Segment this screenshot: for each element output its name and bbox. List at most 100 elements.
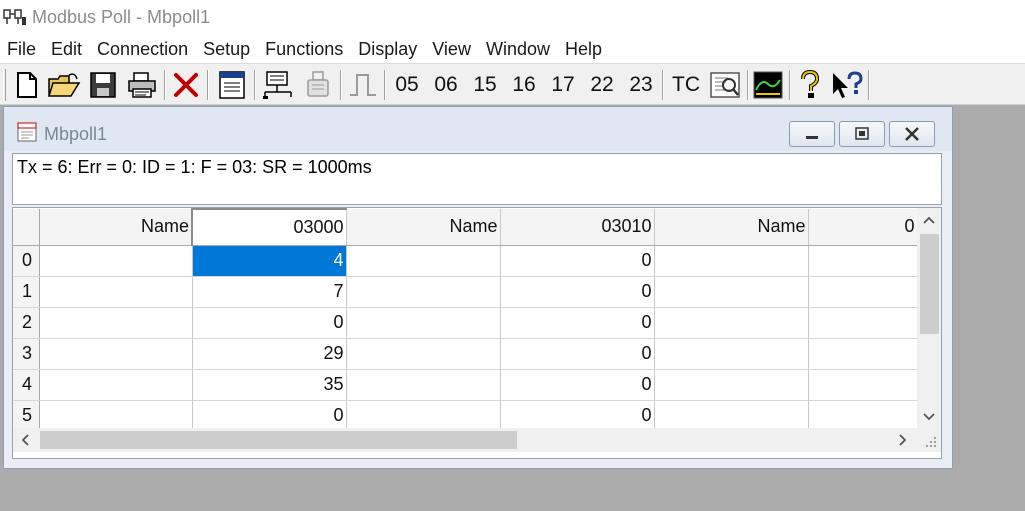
window-button[interactable] bbox=[214, 68, 250, 102]
help-button[interactable] bbox=[795, 68, 825, 102]
menu-display[interactable]: Display bbox=[358, 39, 417, 60]
menu-view[interactable]: View bbox=[432, 39, 471, 60]
column-header-address[interactable]: 03000 bbox=[191, 208, 347, 246]
fc06-button[interactable]: 06 bbox=[430, 68, 462, 102]
fc05-button[interactable]: 05 bbox=[391, 68, 423, 102]
toolbar-separator bbox=[164, 70, 166, 100]
value-cell[interactable]: 35 bbox=[192, 369, 347, 401]
grid-corner[interactable] bbox=[13, 209, 40, 246]
chart-button[interactable] bbox=[751, 68, 785, 102]
row-header[interactable]: 2 bbox=[13, 307, 40, 339]
name-cell[interactable] bbox=[654, 307, 809, 339]
name-cell[interactable] bbox=[346, 276, 501, 308]
fc23-button[interactable]: 23 bbox=[625, 68, 657, 102]
menu-window[interactable]: Window bbox=[486, 39, 550, 60]
maximize-button[interactable] bbox=[839, 121, 885, 147]
horizontal-scrollbar[interactable] bbox=[13, 428, 917, 452]
column-header-address[interactable]: 03010 bbox=[500, 209, 655, 246]
single-poll-button[interactable] bbox=[346, 68, 380, 102]
name-cell[interactable] bbox=[346, 400, 501, 432]
menu-setup[interactable]: Setup bbox=[203, 39, 250, 60]
disconnect-button[interactable] bbox=[300, 68, 336, 102]
scroll-left-icon[interactable] bbox=[20, 433, 30, 451]
close-button[interactable] bbox=[889, 121, 935, 147]
name-cell[interactable] bbox=[39, 245, 193, 277]
name-cell[interactable] bbox=[654, 338, 809, 370]
vertical-scrollbar[interactable] bbox=[917, 208, 941, 428]
connect-button[interactable] bbox=[259, 68, 297, 102]
save-disk-icon bbox=[90, 72, 116, 98]
toolbar-grip[interactable] bbox=[3, 69, 6, 101]
print-button[interactable] bbox=[124, 68, 160, 102]
value-cell[interactable]: 0 bbox=[500, 245, 655, 277]
status-line: Tx = 6: Err = 0: ID = 1: F = 03: SR = 10… bbox=[12, 153, 942, 205]
column-header-name[interactable]: Name bbox=[39, 209, 193, 246]
name-cell[interactable] bbox=[654, 276, 809, 308]
name-cell[interactable] bbox=[346, 307, 501, 339]
open-button[interactable] bbox=[46, 68, 82, 102]
name-cell[interactable] bbox=[39, 276, 193, 308]
value-cell[interactable]: 4 bbox=[192, 245, 347, 277]
context-help-button[interactable] bbox=[828, 68, 866, 102]
value-cell[interactable] bbox=[808, 338, 918, 370]
document-icon bbox=[17, 122, 37, 142]
fc16-button[interactable]: 16 bbox=[508, 68, 540, 102]
row-header[interactable]: 1 bbox=[13, 276, 40, 308]
register-grid[interactable]: Name 03000 Name 03010 Name 0 0 4 0 1 7 0… bbox=[12, 207, 942, 459]
fc22-button[interactable]: 22 bbox=[586, 68, 618, 102]
menu-functions[interactable]: Functions bbox=[265, 39, 343, 60]
value-cell[interactable] bbox=[808, 369, 918, 401]
column-header-name[interactable]: Name bbox=[654, 209, 809, 246]
value-cell[interactable]: 0 bbox=[192, 400, 347, 432]
delete-button[interactable] bbox=[170, 68, 202, 102]
column-header-address[interactable]: 0 bbox=[808, 209, 918, 246]
pulse-icon bbox=[350, 74, 376, 96]
value-cell[interactable]: 29 bbox=[192, 338, 347, 370]
traffic-monitor-icon bbox=[710, 72, 740, 98]
communication-traffic-button[interactable] bbox=[706, 68, 744, 102]
value-cell[interactable]: 0 bbox=[500, 400, 655, 432]
value-cell[interactable]: 7 bbox=[192, 276, 347, 308]
value-cell[interactable]: 0 bbox=[500, 307, 655, 339]
horizontal-scroll-thumb[interactable] bbox=[40, 431, 517, 449]
name-cell[interactable] bbox=[654, 400, 809, 432]
value-cell[interactable]: 0 bbox=[192, 307, 347, 339]
value-cell[interactable] bbox=[808, 400, 918, 432]
column-header-name[interactable]: Name bbox=[346, 209, 501, 246]
menu-file[interactable]: File bbox=[7, 39, 36, 60]
new-document-button[interactable] bbox=[12, 68, 42, 102]
name-cell[interactable] bbox=[654, 245, 809, 277]
name-cell[interactable] bbox=[39, 338, 193, 370]
scroll-down-icon[interactable] bbox=[922, 410, 936, 426]
value-cell[interactable] bbox=[808, 307, 918, 339]
name-cell[interactable] bbox=[39, 307, 193, 339]
minimize-button[interactable] bbox=[789, 121, 835, 147]
value-cell[interactable]: 0 bbox=[500, 276, 655, 308]
tc-button[interactable]: TC bbox=[668, 68, 704, 102]
fc17-button[interactable]: 17 bbox=[547, 68, 579, 102]
value-cell[interactable]: 0 bbox=[500, 338, 655, 370]
value-cell[interactable]: 0 bbox=[500, 369, 655, 401]
scroll-up-icon[interactable] bbox=[922, 213, 936, 229]
value-cell[interactable] bbox=[808, 276, 918, 308]
name-cell[interactable] bbox=[39, 369, 193, 401]
value-cell[interactable] bbox=[808, 245, 918, 277]
name-cell[interactable] bbox=[346, 338, 501, 370]
row-header[interactable]: 5 bbox=[13, 400, 40, 432]
menu-help[interactable]: Help bbox=[565, 39, 602, 60]
name-cell[interactable] bbox=[346, 369, 501, 401]
row-header[interactable]: 3 bbox=[13, 338, 40, 370]
name-cell[interactable] bbox=[654, 369, 809, 401]
menu-edit[interactable]: Edit bbox=[51, 39, 82, 60]
resize-grip[interactable] bbox=[917, 428, 941, 452]
name-cell[interactable] bbox=[39, 400, 193, 432]
child-title-bar[interactable]: Mbpoll1 bbox=[4, 107, 952, 151]
row-header[interactable]: 0 bbox=[13, 245, 40, 277]
name-cell[interactable] bbox=[346, 245, 501, 277]
vertical-scroll-thumb[interactable] bbox=[920, 234, 939, 334]
scroll-right-icon[interactable] bbox=[898, 433, 908, 451]
row-header[interactable]: 4 bbox=[13, 369, 40, 401]
fc15-button[interactable]: 15 bbox=[469, 68, 501, 102]
menu-connection[interactable]: Connection bbox=[97, 39, 188, 60]
save-button[interactable] bbox=[86, 68, 120, 102]
